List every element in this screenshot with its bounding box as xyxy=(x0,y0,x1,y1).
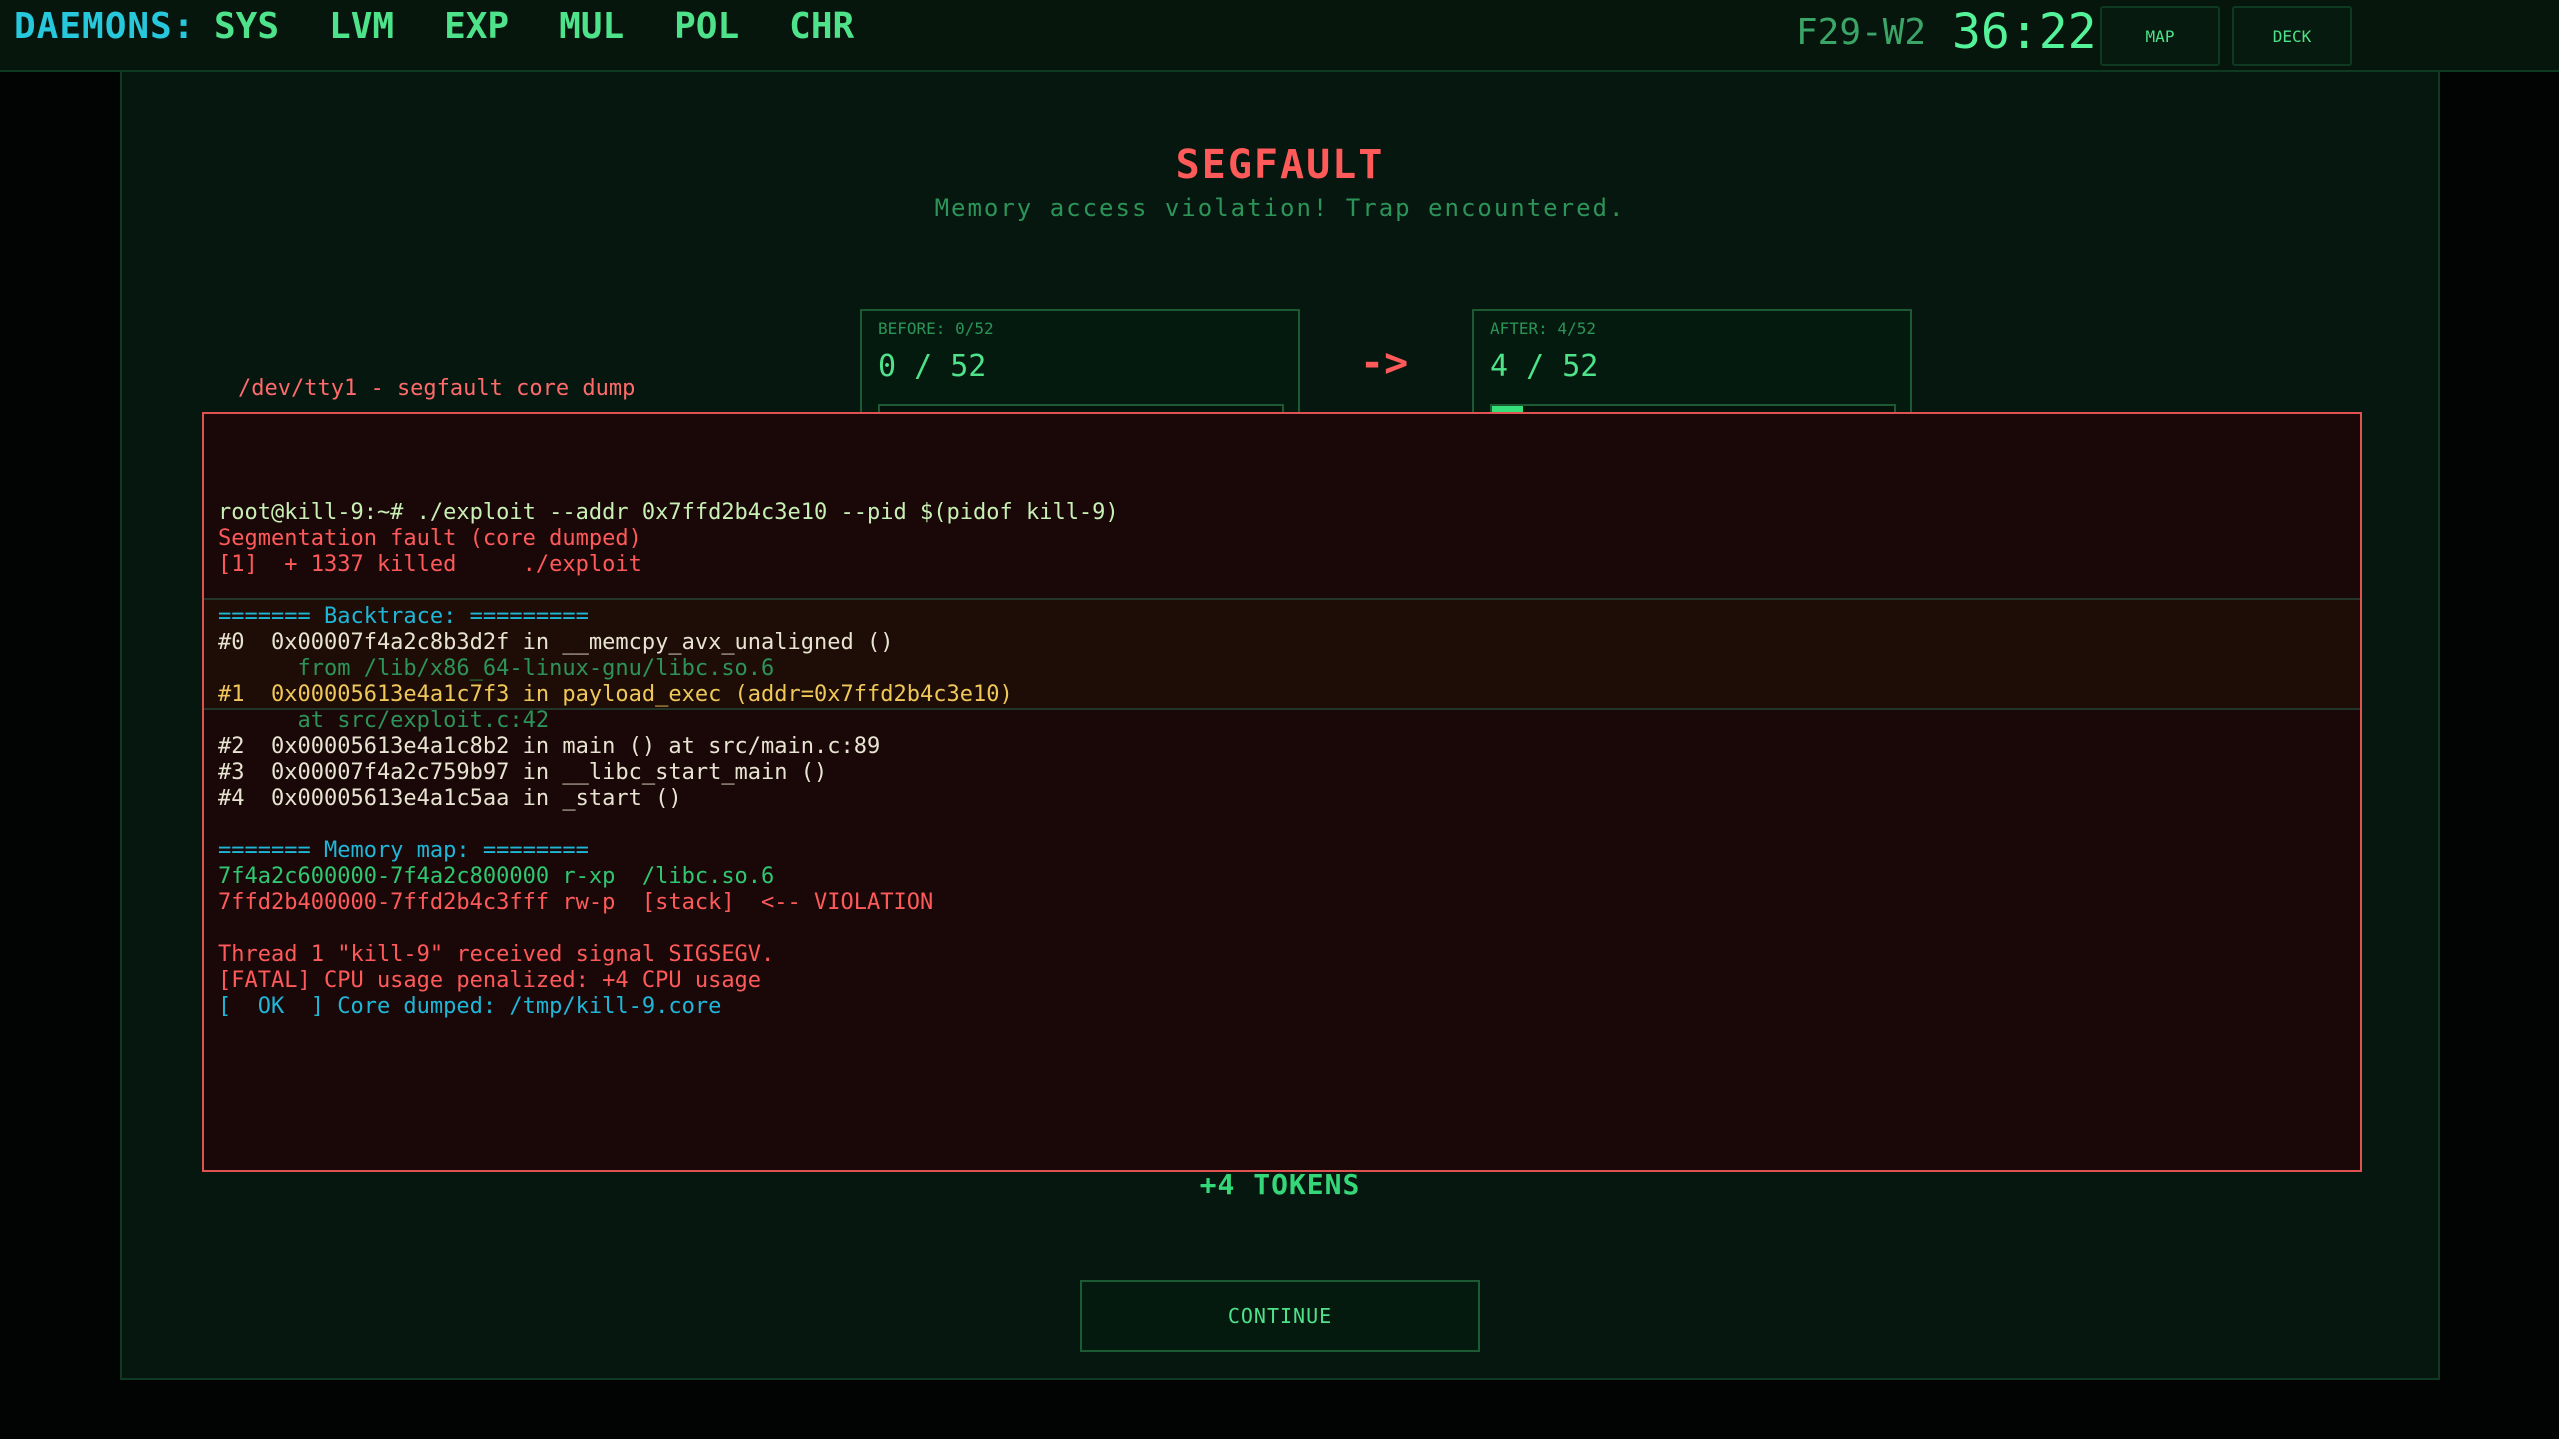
terminal-line: #1 0x00005613e4a1c7f3 in payload_exec (a… xyxy=(218,682,1013,707)
after-stat-box: AFTER: 4/52 4 / 52 xyxy=(1472,309,1912,427)
daemon-tabs: SYS LVM EXP MUL POL CHR xyxy=(214,6,904,47)
terminal-line: ======= Backtrace: ========= xyxy=(218,604,589,629)
after-label: AFTER: 4/52 xyxy=(1490,319,1596,338)
terminal-lines: root@kill-9:~# ./exploit --addr 0x7ffd2b… xyxy=(218,500,2346,1020)
terminal-line: from /lib/x86_64-linux-gnu/libc.so.6 xyxy=(218,656,775,681)
deck-button[interactable]: DECK xyxy=(2232,6,2352,66)
terminal-line: Thread 1 "kill-9" received signal SIGSEG… xyxy=(218,942,775,967)
daemon-tab-sys[interactable]: SYS xyxy=(214,6,279,47)
terminal-line: at src/exploit.c:42 xyxy=(218,708,550,733)
before-value: 0 / 52 xyxy=(878,349,987,384)
terminal-line: [FATAL] CPU usage penalized: +4 CPU usag… xyxy=(218,968,762,993)
continue-button[interactable]: CONTINUE xyxy=(1080,1280,1480,1352)
daemon-tab-mul[interactable]: MUL xyxy=(559,6,624,47)
transition-arrow: -> xyxy=(1360,340,1409,386)
countdown-timer: 36:22 xyxy=(1952,4,2097,60)
terminal-line: [ OK ] Core dumped: /tmp/kill-9.core xyxy=(218,994,722,1019)
map-button[interactable]: MAP xyxy=(2100,6,2220,66)
core-dump-terminal[interactable]: root@kill-9:~# ./exploit --addr 0x7ffd2b… xyxy=(202,412,2362,1172)
terminal-line: #4 0x00005613e4a1c5aa in _start () xyxy=(218,786,682,811)
daemon-tab-exp[interactable]: EXP xyxy=(444,6,509,47)
terminal-line: ======= Memory map: ======== xyxy=(218,838,589,863)
terminal-line: #3 0x00007f4a2c759b97 in __libc_start_ma… xyxy=(218,760,828,785)
token-reward: +4 TOKENS xyxy=(1199,1168,1361,1201)
daemons-label: DAEMONS: xyxy=(14,6,196,47)
terminal-line: [1] + 1337 killed ./exploit xyxy=(218,552,642,577)
terminal-line: #2 0x00005613e4a1c8b2 in main () at src/… xyxy=(218,734,881,759)
daemon-tab-chr[interactable]: CHR xyxy=(789,6,854,47)
before-stat-box: BEFORE: 0/52 0 / 52 xyxy=(860,309,1300,427)
after-value: 4 / 52 xyxy=(1490,349,1599,384)
terminal-line: 7f4a2c600000-7f4a2c800000 r-xp /libc.so.… xyxy=(218,864,775,889)
terminal-line: Segmentation fault (core dumped) xyxy=(218,526,642,551)
terminal-line: 7ffd2b400000-7ffd2b4c3fff rw-p [stack] <… xyxy=(218,890,934,915)
result-subtitle: Memory access violation! Trap encountere… xyxy=(934,194,1626,222)
daemon-tab-lvm[interactable]: LVM xyxy=(329,6,394,47)
result-title: SEGFAULT xyxy=(1175,142,1385,188)
top-bar: DAEMONS: SYS LVM EXP MUL POL CHR F29-W2 … xyxy=(0,0,2559,72)
cycle-label: F29-W2 xyxy=(1796,12,1927,53)
result-panel: SEGFAULT Memory access violation! Trap e… xyxy=(120,72,2440,1380)
before-label: BEFORE: 0/52 xyxy=(878,319,994,338)
terminal-line: root@kill-9:~# ./exploit --addr 0x7ffd2b… xyxy=(218,500,1119,525)
daemon-tab-pol[interactable]: POL xyxy=(674,6,739,47)
terminal-line: #0 0x00007f4a2c8b3d2f in __memcpy_avx_un… xyxy=(218,630,894,655)
terminal-title: /dev/tty1 - segfault core dump xyxy=(238,376,636,401)
